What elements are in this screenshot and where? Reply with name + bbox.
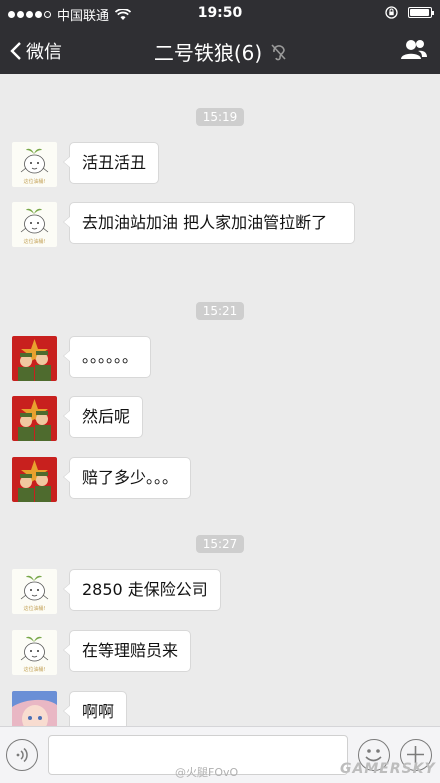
sprout-avatar[interactable]: 这位油桶!	[12, 142, 57, 187]
chat-title-text: 二号铁狼(6)	[153, 41, 263, 65]
soldier-avatar[interactable]	[12, 336, 57, 381]
time-separator: 15:21	[0, 300, 440, 320]
chat-area[interactable]: 15:19 这位油桶! 活丑活丑 这位油桶! 去加油站加油 把人家加油管拉断了 …	[0, 74, 440, 726]
status-right	[385, 6, 434, 19]
anime-avatar[interactable]	[12, 691, 57, 726]
message-bubble[interactable]: 在等理赔员来	[62, 630, 192, 672]
group-members-button[interactable]	[400, 38, 428, 64]
soldier-avatar[interactable]	[12, 457, 57, 502]
sprout-avatar[interactable]: 这位油桶!	[12, 202, 57, 247]
message-row: 这位油桶! 去加油站加油 把人家加油管拉断了	[12, 202, 355, 247]
message-row: 赔了多少。。。	[12, 457, 192, 502]
weibo-watermark: @火腿FOvO	[175, 766, 239, 779]
message-bubble[interactable]: 。。。。。。	[62, 336, 152, 378]
chat-title: 二号铁狼(6)	[0, 37, 440, 66]
message-bubble[interactable]: 去加油站加油 把人家加油管拉断了	[63, 202, 355, 244]
rotation-lock-icon	[385, 6, 398, 19]
message-row: 。。。。。。	[12, 336, 152, 381]
message-bubble[interactable]: 然后呢	[62, 396, 144, 438]
message-row: 这位油桶! 活丑活丑	[12, 142, 160, 187]
status-time: 19:50	[197, 5, 243, 21]
site-watermark: GAMERSKY	[340, 761, 436, 777]
message-row: 这位油桶! 在等理赔员来	[12, 630, 192, 675]
mute-ear-icon	[271, 43, 286, 60]
avatar-caption: 这位油桶!	[23, 238, 45, 245]
status-bar: 中国联通 19:50	[0, 0, 440, 26]
message-bubble[interactable]: 啊啊	[62, 691, 128, 726]
message-row: 啊啊	[12, 691, 128, 726]
soldier-avatar[interactable]	[12, 396, 57, 441]
voice-button[interactable]	[6, 739, 38, 771]
message-row: 这位油桶! 2850 走保险公司	[12, 569, 221, 614]
voice-icon	[16, 747, 28, 763]
time-separator: 15:19	[0, 106, 440, 126]
message-bubble[interactable]: 2850 走保险公司	[63, 569, 221, 611]
sprout-avatar[interactable]: 这位油桶!	[12, 630, 57, 675]
time-separator: 15:27	[0, 533, 440, 553]
message-row: 然后呢	[12, 396, 144, 441]
battery-icon	[408, 7, 434, 18]
group-members-icon	[401, 40, 427, 59]
avatar-caption: 这位油桶!	[23, 605, 45, 612]
nav-bar: 微信 二号铁狼(6)	[0, 26, 440, 74]
message-bubble[interactable]: 赔了多少。。。	[62, 457, 192, 499]
message-bubble[interactable]: 活丑活丑	[62, 142, 160, 184]
avatar-caption: 这位油桶!	[23, 178, 45, 185]
sprout-avatar[interactable]: 这位油桶!	[12, 569, 57, 614]
avatar-caption: 这位油桶!	[23, 666, 45, 673]
